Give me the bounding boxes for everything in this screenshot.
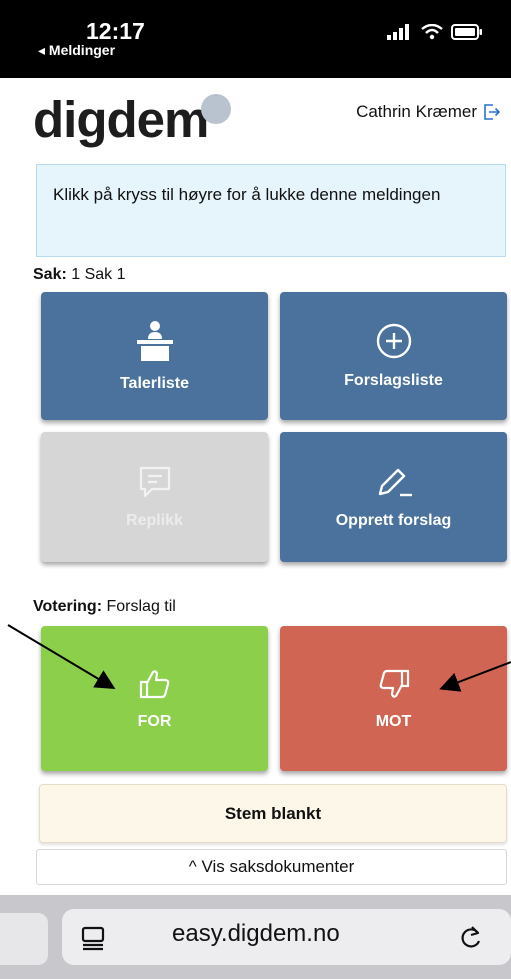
proposals-list-button[interactable]: Forslagsliste [280, 292, 507, 420]
address-bar[interactable]: easy.digdem.no [62, 909, 511, 965]
speakers-list-button[interactable]: Talerliste [41, 292, 268, 420]
page-menu-icon[interactable] [80, 925, 106, 951]
reload-icon[interactable] [459, 924, 483, 950]
url-text: easy.digdem.no [172, 920, 340, 947]
user-menu[interactable]: Cathrin Kræmer [356, 102, 501, 122]
create-proposal-button[interactable]: Opprett forslag [280, 432, 507, 562]
thumbs-down-icon [377, 667, 411, 701]
previous-tab-stub[interactable] [0, 913, 48, 965]
info-notice[interactable]: Klikk på kryss til høyre for å lukke den… [36, 164, 506, 257]
battery-icon [451, 24, 482, 40]
proposals-list-label: Forslagsliste [344, 372, 443, 389]
status-time: 12:17 [86, 18, 145, 44]
app-header: digdem Cathrin Kræmer [0, 78, 511, 163]
speakers-list-label: Talerliste [119, 375, 190, 392]
status-bar: 12:17 ◂ Meldinger [0, 0, 511, 78]
show-case-documents-button[interactable]: ^ Vis saksdokumenter [36, 849, 507, 885]
logout-icon[interactable] [483, 103, 501, 121]
plus-circle-icon [375, 322, 413, 360]
wifi-icon [421, 24, 443, 40]
vote-against-button[interactable]: MOT [280, 626, 507, 771]
chat-bubble-icon [137, 464, 173, 500]
case-label: Sak: 1 Sak 1 [33, 266, 126, 284]
show-case-documents-label: ^ Vis saksdokumenter [188, 857, 355, 876]
vote-for-button[interactable]: FOR [41, 626, 268, 771]
voting-label-value: Forslag til [106, 598, 176, 615]
vote-blank-button[interactable]: Stem blankt [39, 784, 507, 843]
notice-text: Klikk på kryss til høyre for å lukke den… [53, 185, 441, 204]
digdem-logo[interactable]: digdem [33, 90, 209, 149]
vote-for-label: FOR [137, 712, 172, 730]
back-to-messages-link[interactable]: ◂ Meldinger [38, 42, 115, 59]
logo-dot [201, 94, 231, 124]
case-label-key: Sak: [33, 266, 67, 283]
reply-button[interactable]: Replikk [41, 432, 268, 562]
create-proposal-label: Opprett forslag [335, 512, 452, 529]
vote-against-label: MOT [375, 712, 412, 730]
user-name: Cathrin Kræmer [356, 102, 477, 121]
thumbs-up-icon [138, 667, 172, 701]
reply-label: Replikk [126, 512, 183, 529]
status-icons [387, 24, 483, 40]
voting-label-key: Votering: [33, 598, 103, 615]
pencil-icon [374, 464, 414, 500]
vote-blank-label: Stem blankt [224, 803, 322, 823]
case-label-value: 1 Sak 1 [71, 266, 126, 283]
signal-icon [387, 24, 409, 40]
voting-label: Votering: Forslag til [33, 598, 176, 616]
podium-icon [133, 319, 177, 363]
browser-toolbar: easy.digdem.no [0, 895, 511, 979]
